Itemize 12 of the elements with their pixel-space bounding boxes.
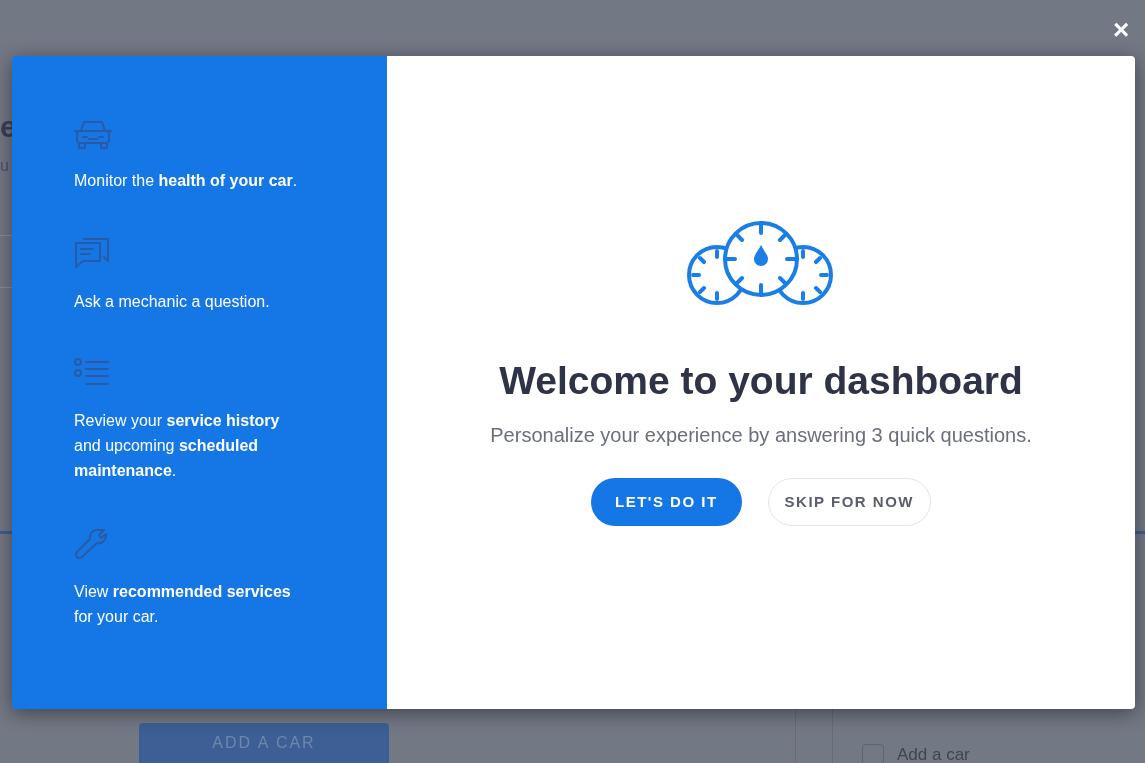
skip-button[interactable]: SKIP FOR NOW (767, 478, 931, 526)
feature-text: Monitor the health of your car. (74, 171, 299, 191)
feature-text: Ask a mechanic a question. (74, 292, 271, 312)
wrench-icon (74, 527, 108, 561)
chat-icon (74, 237, 110, 271)
welcome-subtitle: Personalize your experience by answering 3 quick questions. (490, 423, 1032, 448)
welcome-title: Welcome to your dashboard (499, 361, 1023, 400)
lets-do-it-button[interactable]: LET'S DO IT (591, 478, 742, 526)
close-button[interactable]: × (1113, 16, 1130, 44)
feature-text: Review your service history and upcoming scheduled maintenance. (74, 411, 281, 481)
car-icon (74, 118, 112, 150)
feature-text: View recommended services for your car. (74, 582, 292, 627)
